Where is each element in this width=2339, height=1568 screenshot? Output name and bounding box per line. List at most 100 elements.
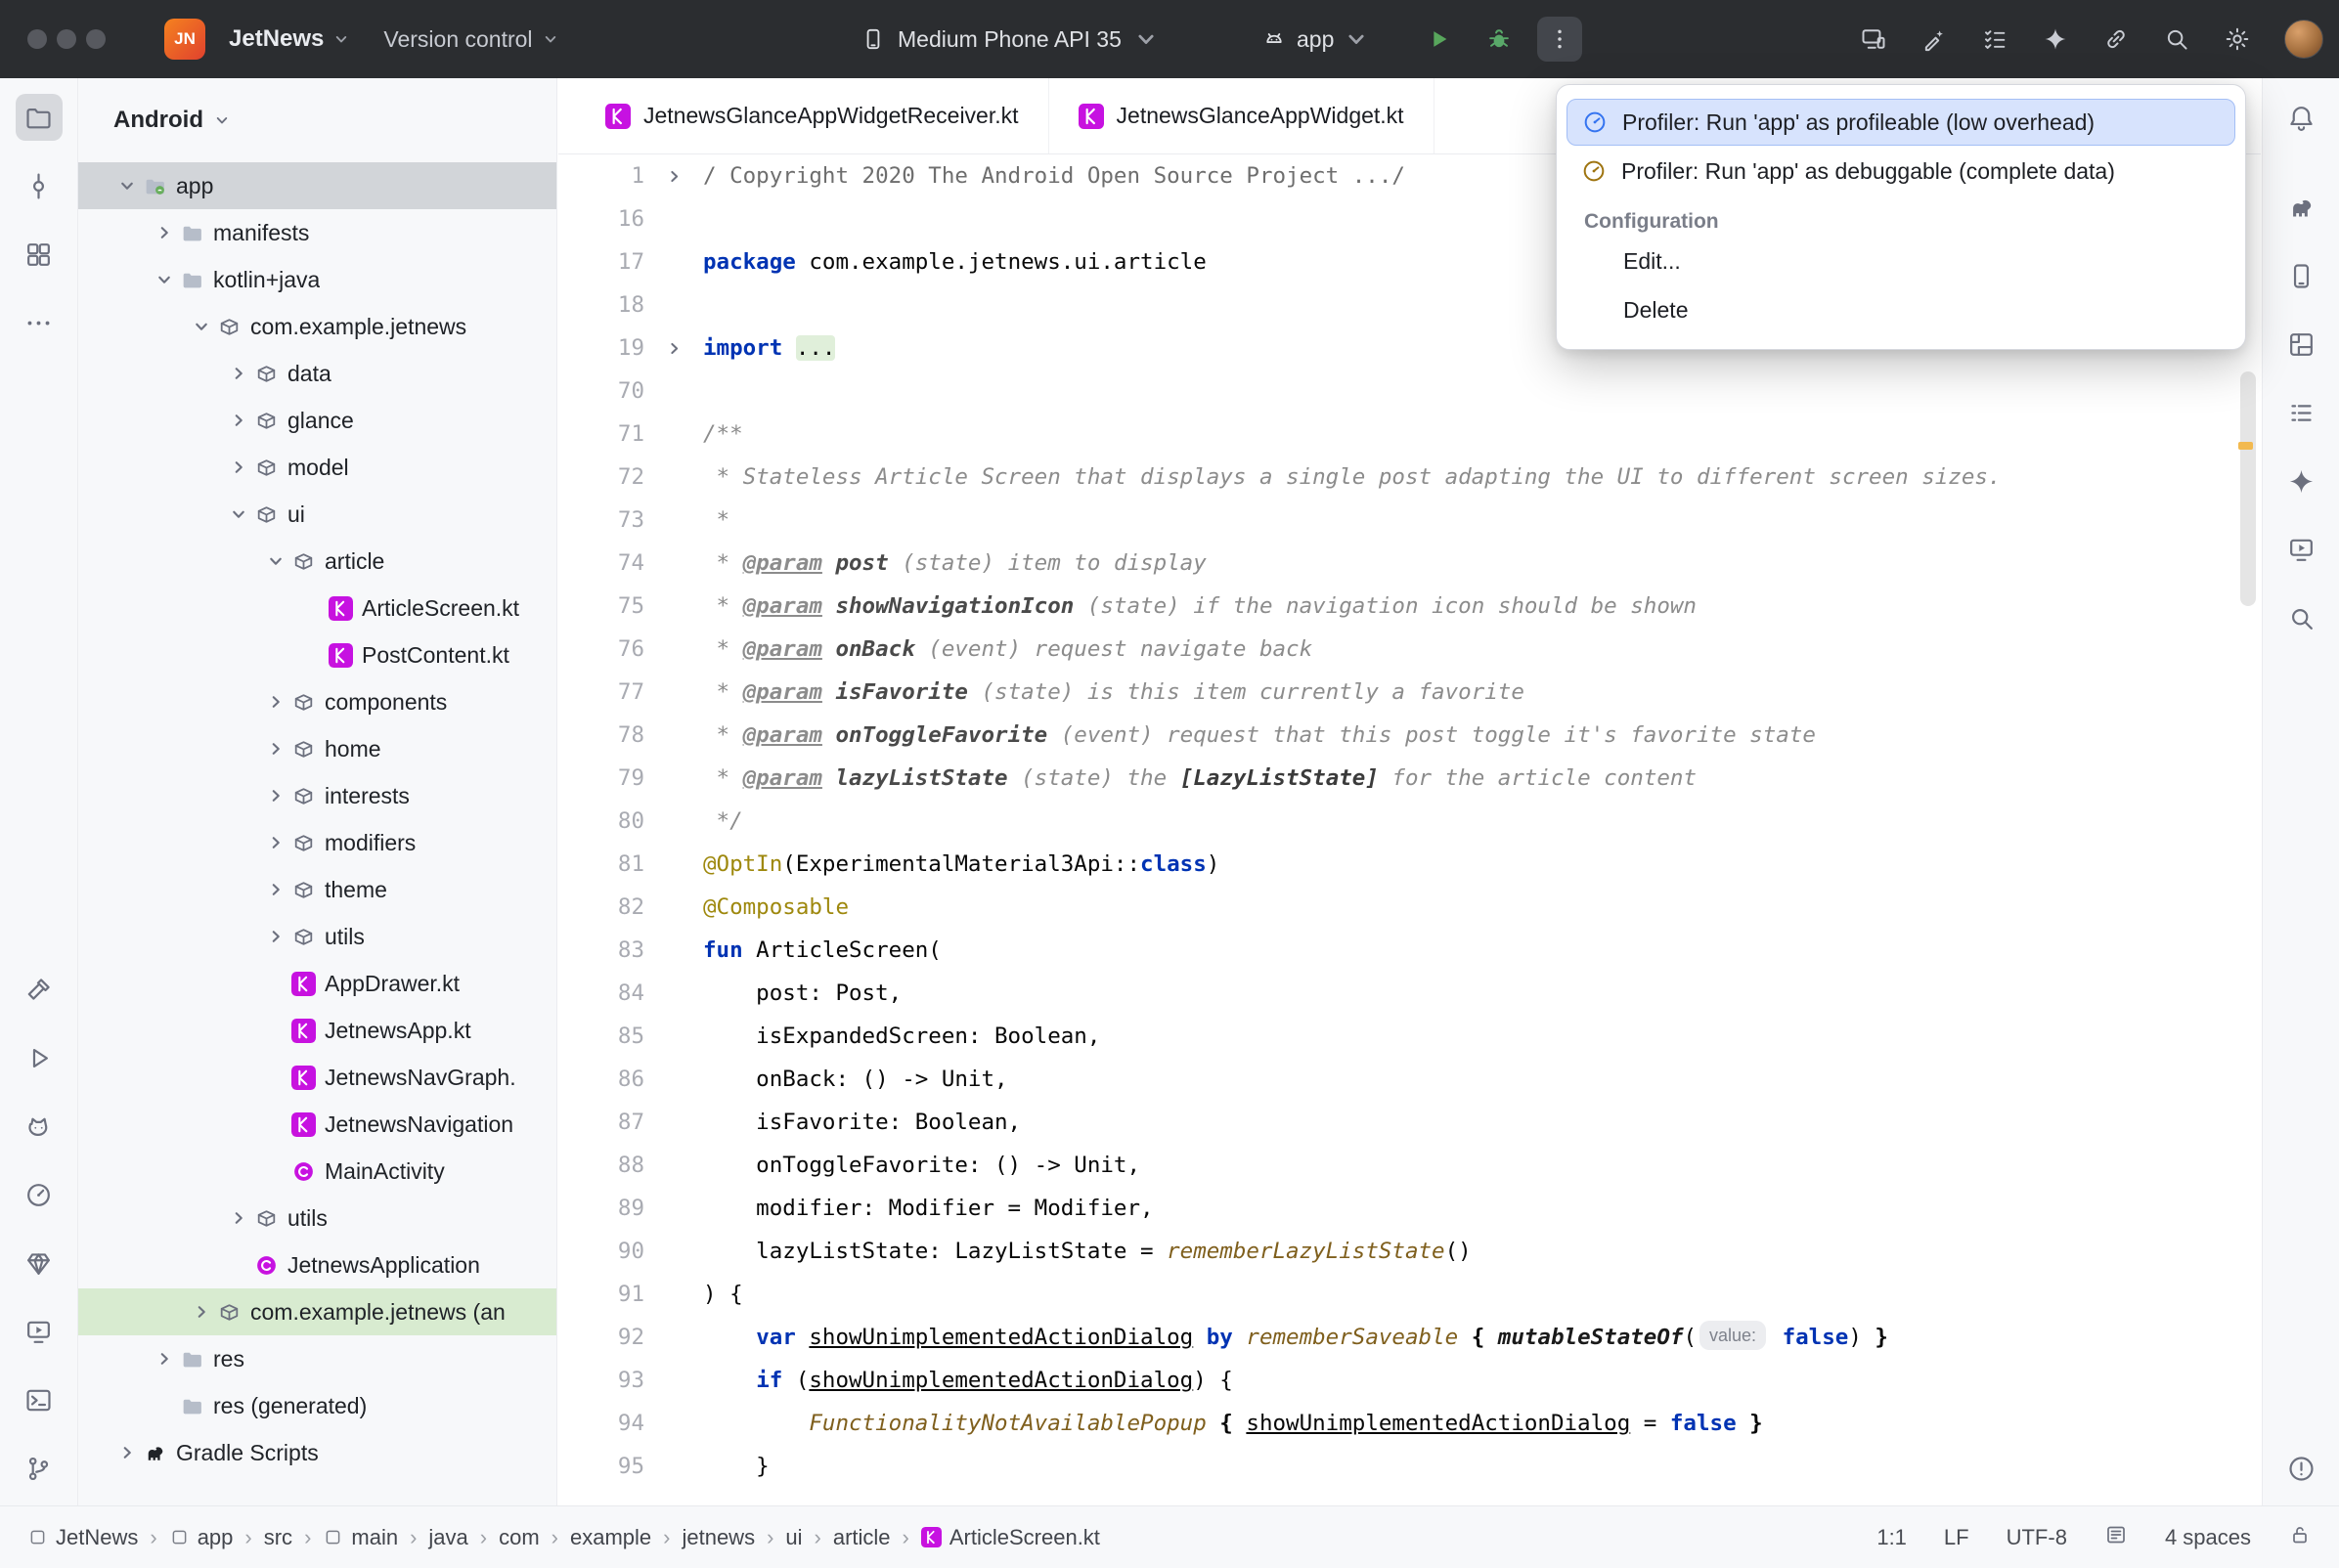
tool-problems-button[interactable] [2277,1445,2324,1492]
tree-item-jetnewsapp-kt[interactable]: JetnewsApp.kt [78,1007,556,1054]
user-avatar[interactable] [2284,20,2323,59]
code-line-82[interactable]: 82@Composable [558,886,2261,929]
menu-item-edit[interactable]: Edit... [1567,238,2235,284]
tree-item-glance[interactable]: glance [78,397,556,444]
project-view-selector[interactable]: Android [113,107,231,134]
status-widget-1-1[interactable]: 1:1 [1876,1525,1907,1550]
tree-item-interests[interactable]: interests [78,772,556,819]
code-line-91[interactable]: 91) { [558,1273,2261,1316]
breadcrumb-item-example[interactable]: example [570,1525,651,1550]
code-area[interactable]: 1/ Copyright 2020 The Android Open Sourc… [558,154,2261,1505]
line-number[interactable]: 86 [558,1058,644,1101]
code-line-92[interactable]: 92 var showUnimplementedActionDialog by … [558,1316,2261,1359]
code-line-88[interactable]: 88 onToggleFavorite: () -> Unit, [558,1144,2261,1187]
tool-running-devices-button[interactable] [16,1308,63,1355]
tool-gemini-button[interactable] [2277,457,2324,504]
project-menu-button[interactable]: JetNews [219,16,360,63]
code-line-75[interactable]: 75 * @param showNavigationIcon (state) i… [558,585,2261,628]
tree-item-manifests[interactable]: manifests [78,209,556,256]
tool-running-devices-button[interactable] [2277,526,2324,573]
tree-item-appdrawer-kt[interactable]: AppDrawer.kt [78,960,556,1007]
line-number[interactable]: 87 [558,1101,644,1144]
tree-item-articlescreen-kt[interactable]: ArticleScreen.kt [78,585,556,632]
breadcrumb-item-ui[interactable]: ui [785,1525,802,1550]
status-widget-lock-open[interactable] [2288,1523,2312,1552]
device-selector[interactable]: Medium Phone API 35 [861,0,1159,78]
code-line-87[interactable]: 87 isFavorite: Boolean, [558,1101,2261,1144]
run-button[interactable] [1416,17,1461,62]
code-line-89[interactable]: 89 modifier: Modifier = Modifier, [558,1187,2261,1230]
code-line-95[interactable]: 95 } [558,1445,2261,1488]
code-line-72[interactable]: 72 * Stateless Article Screen that displ… [558,456,2261,499]
tree-collapse-icon[interactable] [186,317,217,336]
code-line-78[interactable]: 78 * @param onToggleFavorite (event) req… [558,714,2261,757]
tree-expand-icon[interactable] [223,457,254,477]
tree-item-jetnewsnavgraph[interactable]: JetnewsNavGraph. [78,1054,556,1101]
tool-resource-manager-button[interactable] [16,231,63,278]
line-number[interactable]: 19 [558,327,644,370]
line-number[interactable]: 83 [558,929,644,972]
tool-commit-button[interactable] [16,162,63,209]
code-line-77[interactable]: 77 * @param isFavorite (state) is this i… [558,671,2261,714]
line-number[interactable]: 81 [558,843,644,886]
settings-button[interactable] [2218,20,2257,59]
breadcrumb-item-jetnews[interactable]: jetnews [682,1525,755,1550]
editor-tab-jetnewsglanceappwidget-kt[interactable]: JetnewsGlanceAppWidget.kt [1049,78,1434,153]
line-number[interactable]: 18 [558,283,644,327]
menu-item-delete[interactable]: Delete [1567,286,2235,333]
line-number[interactable]: 90 [558,1230,644,1273]
line-number[interactable]: 89 [558,1187,644,1230]
code-line-80[interactable]: 80 */ [558,800,2261,843]
tool-build-button[interactable] [16,966,63,1013]
tree-expand-icon[interactable] [149,223,180,242]
line-number[interactable]: 17 [558,240,644,283]
tree-item-mainactivity[interactable]: MainActivity [78,1148,556,1195]
tree-expand-icon[interactable] [149,1349,180,1369]
line-number[interactable]: 92 [558,1316,644,1359]
tree-item-article[interactable]: article [78,538,556,585]
tool-notifications-button[interactable] [2277,94,2324,141]
code-line-84[interactable]: 84 post: Post, [558,972,2261,1015]
code-line-86[interactable]: 86 onBack: () -> Unit, [558,1058,2261,1101]
line-number[interactable]: 82 [558,886,644,929]
tree-expand-icon[interactable] [111,1443,143,1462]
tree-item-ui[interactable]: ui [78,491,556,538]
gemini-button[interactable] [2036,20,2075,59]
tree-item-gradle-scripts[interactable]: Gradle Scripts [78,1429,556,1476]
tree-item-utils[interactable]: utils [78,1195,556,1241]
tool-layout-inspector-button[interactable] [2277,321,2324,368]
editor-scrollbar[interactable] [2240,371,2256,606]
tree-item-model[interactable]: model [78,444,556,491]
tree-item-modifiers[interactable]: modifiers [78,819,556,866]
line-number[interactable]: 80 [558,800,644,843]
tool-app-quality-insights-button[interactable] [16,1240,63,1286]
tree-expand-icon[interactable] [223,411,254,430]
breadcrumb-item-jetnews[interactable]: JetNews [27,1525,138,1550]
tool-gradle-button[interactable] [2277,184,2324,231]
task-list-button[interactable] [1975,20,2014,59]
breadcrumb-item-com[interactable]: com [499,1525,540,1550]
code-line-73[interactable]: 73 * [558,499,2261,542]
line-number[interactable]: 79 [558,757,644,800]
line-number[interactable]: 70 [558,370,644,413]
tree-expand-icon[interactable] [186,1302,217,1322]
maximize-window-button[interactable] [86,29,106,49]
line-number[interactable]: 76 [558,628,644,671]
tree-expand-icon[interactable] [260,786,291,806]
tree-item-jetnewsnavigation[interactable]: JetnewsNavigation [78,1101,556,1148]
search-button[interactable] [2157,20,2196,59]
code-line-85[interactable]: 85 isExpandedScreen: Boolean, [558,1015,2261,1058]
tree-item-theme[interactable]: theme [78,866,556,913]
breadcrumb-item-java[interactable]: java [428,1525,467,1550]
menu-item-profiler-run-app-as-debuggable-complete-[interactable]: Profiler: Run 'app' as debuggable (compl… [1567,148,2235,195]
breadcrumb-item-article[interactable]: article [833,1525,891,1550]
tree-expand-icon[interactable] [260,927,291,946]
code-line-90[interactable]: 90 lazyListState: LazyListState = rememb… [558,1230,2261,1273]
scrollbar-warning-mark[interactable] [2238,442,2253,450]
tree-expand-icon[interactable] [260,880,291,899]
tree-expand-icon[interactable] [223,1208,254,1228]
more-run-options-button[interactable] [1537,17,1582,62]
tree-item-utils[interactable]: utils [78,913,556,960]
code-line-79[interactable]: 79 * @param lazyListState (state) the [L… [558,757,2261,800]
tree-item-postcontent-kt[interactable]: PostContent.kt [78,632,556,678]
